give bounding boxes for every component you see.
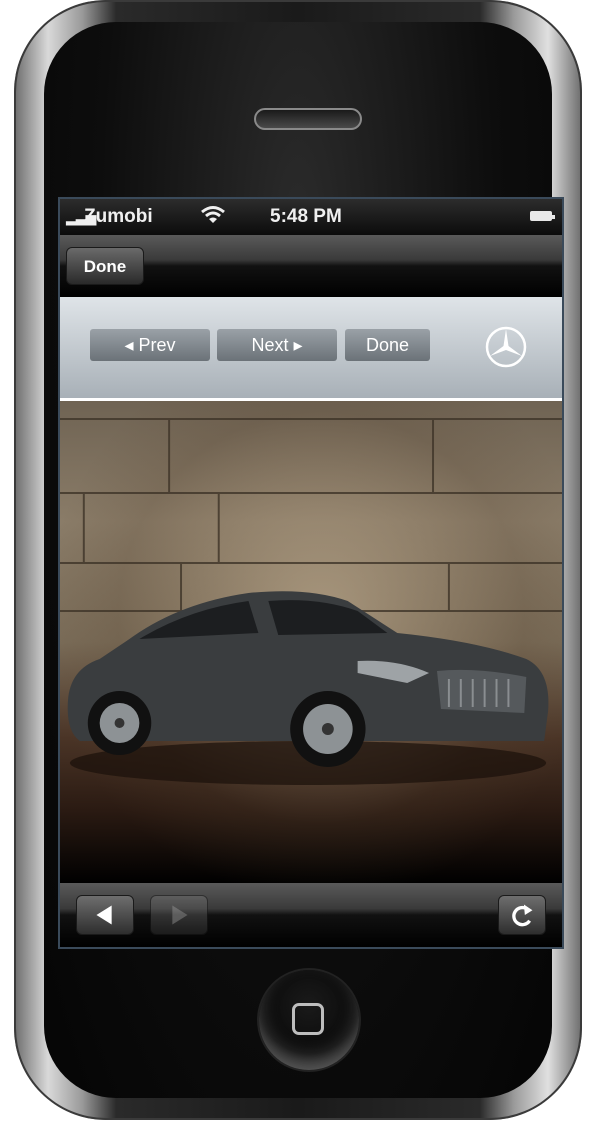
browser-toolbar [60,883,562,947]
carrier-name: Zumobi [84,206,153,227]
navigation-bar: Done [60,235,562,297]
reload-button[interactable] [498,895,546,935]
next-button[interactable]: Next ▸ [217,329,337,361]
car-photo [60,401,562,883]
device-screen: ▂▃▅ Zumobi 5:48 PM Done ◂ Prev Next ▸ Do… [58,197,564,949]
earpiece-speaker [254,108,362,130]
nav-done-button[interactable]: Done [66,247,144,285]
reload-icon [512,904,533,927]
battery-icon [530,211,555,221]
gallery-done-button[interactable]: Done [345,329,430,361]
gallery-toolbar: ◂ Prev Next ▸ Done [60,297,562,401]
home-button[interactable] [259,970,359,1070]
back-arrow-icon [96,905,112,925]
status-bar: ▂▃▅ Zumobi 5:48 PM [60,199,562,235]
mercedes-star-icon [485,326,527,368]
sedan-graphic [67,591,549,785]
prev-button[interactable]: ◂ Prev [90,329,210,361]
home-square-icon [292,1003,324,1035]
forward-arrow-icon [172,905,188,925]
wifi-icon [201,206,225,223]
forward-button[interactable] [150,895,208,935]
back-button[interactable] [76,895,134,935]
status-time: 5:48 PM [270,206,342,227]
